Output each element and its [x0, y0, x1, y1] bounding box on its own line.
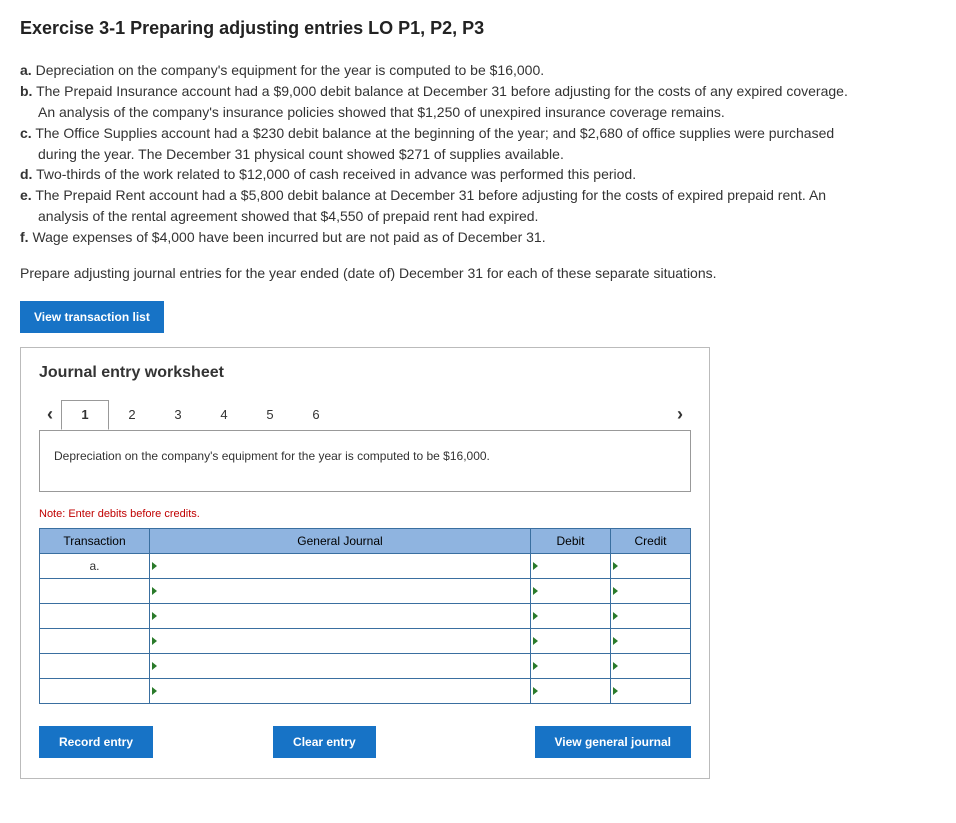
view-transaction-list-button[interactable]: View transaction list — [20, 301, 164, 333]
cell-debit[interactable] — [531, 654, 611, 679]
table-row — [40, 604, 691, 629]
table-row — [40, 629, 691, 654]
debits-before-credits-note: Note: Enter debits before credits. — [39, 508, 691, 520]
item-label-d: d. — [20, 166, 32, 182]
item-text-f: Wage expenses of $4,000 have been incurr… — [32, 229, 545, 245]
cell-transaction: a. — [40, 554, 150, 579]
table-row — [40, 579, 691, 604]
tabs-row: ‹ 1 2 3 4 5 6 › — [39, 398, 691, 431]
dropdown-arrow-icon — [533, 562, 538, 570]
item-label-a: a. — [20, 62, 32, 78]
record-entry-button[interactable]: Record entry — [39, 726, 153, 758]
table-row — [40, 654, 691, 679]
item-label-f: f. — [20, 229, 29, 245]
header-transaction: Transaction — [40, 529, 150, 554]
exercise-title: Exercise 3-1 Preparing adjusting entries… — [20, 18, 936, 39]
cell-transaction — [40, 579, 150, 604]
cell-general-journal[interactable] — [150, 554, 531, 579]
tab-3[interactable]: 3 — [155, 401, 201, 429]
cell-general-journal[interactable] — [150, 604, 531, 629]
dropdown-arrow-icon — [152, 587, 157, 595]
dropdown-arrow-icon — [533, 612, 538, 620]
dropdown-arrow-icon — [152, 662, 157, 670]
view-general-journal-button[interactable]: View general journal — [535, 726, 691, 758]
item-text-e2: analysis of the rental agreement showed … — [38, 208, 538, 224]
cell-transaction — [40, 629, 150, 654]
journal-table: Transaction General Journal Debit Credit… — [39, 528, 691, 704]
item-label-b: b. — [20, 83, 32, 99]
chevron-left-icon[interactable]: ‹ — [39, 398, 61, 431]
cell-general-journal[interactable] — [150, 629, 531, 654]
button-row: Record entry Clear entry View general jo… — [39, 726, 691, 758]
header-debit: Debit — [531, 529, 611, 554]
dropdown-arrow-icon — [152, 562, 157, 570]
item-text-b2: An analysis of the company's insurance p… — [38, 104, 725, 120]
prepare-instruction: Prepare adjusting journal entries for th… — [20, 265, 936, 281]
dropdown-arrow-icon — [533, 687, 538, 695]
table-row — [40, 679, 691, 704]
item-text-a: Depreciation on the company's equipment … — [36, 62, 545, 78]
dropdown-arrow-icon — [533, 662, 538, 670]
tab-2[interactable]: 2 — [109, 401, 155, 429]
tab-6[interactable]: 6 — [293, 401, 339, 429]
journal-entry-worksheet: Journal entry worksheet ‹ 1 2 3 4 5 6 › … — [20, 347, 710, 779]
item-text-c1: The Office Supplies account had a $230 d… — [35, 125, 834, 141]
cell-debit[interactable] — [531, 579, 611, 604]
cell-general-journal[interactable] — [150, 679, 531, 704]
dropdown-arrow-icon — [613, 562, 618, 570]
problem-items: a. Depreciation on the company's equipme… — [20, 61, 936, 247]
dropdown-arrow-icon — [613, 687, 618, 695]
clear-entry-button[interactable]: Clear entry — [273, 726, 376, 758]
cell-debit[interactable] — [531, 604, 611, 629]
cell-credit[interactable] — [611, 604, 691, 629]
item-text-c2: during the year. The December 31 physica… — [38, 146, 564, 162]
worksheet-title: Journal entry worksheet — [39, 364, 691, 382]
cell-general-journal[interactable] — [150, 579, 531, 604]
item-text-b1: The Prepaid Insurance account had a $9,0… — [36, 83, 848, 99]
dropdown-arrow-icon — [613, 612, 618, 620]
tab-1[interactable]: 1 — [61, 400, 109, 430]
tab-5[interactable]: 5 — [247, 401, 293, 429]
cell-credit[interactable] — [611, 629, 691, 654]
tab-4[interactable]: 4 — [201, 401, 247, 429]
item-text-e1: The Prepaid Rent account had a $5,800 de… — [35, 187, 826, 203]
dropdown-arrow-icon — [533, 637, 538, 645]
header-credit: Credit — [611, 529, 691, 554]
cell-credit[interactable] — [611, 579, 691, 604]
cell-credit[interactable] — [611, 654, 691, 679]
entry-description: Depreciation on the company's equipment … — [39, 430, 691, 492]
cell-debit[interactable] — [531, 679, 611, 704]
cell-credit[interactable] — [611, 554, 691, 579]
cell-transaction — [40, 604, 150, 629]
item-text-d: Two-thirds of the work related to $12,00… — [36, 166, 636, 182]
dropdown-arrow-icon — [613, 662, 618, 670]
item-label-c: c. — [20, 125, 32, 141]
cell-credit[interactable] — [611, 679, 691, 704]
cell-transaction — [40, 679, 150, 704]
cell-general-journal[interactable] — [150, 654, 531, 679]
dropdown-arrow-icon — [152, 687, 157, 695]
table-row: a. — [40, 554, 691, 579]
dropdown-arrow-icon — [152, 637, 157, 645]
header-general-journal: General Journal — [150, 529, 531, 554]
cell-debit[interactable] — [531, 629, 611, 654]
dropdown-arrow-icon — [613, 637, 618, 645]
dropdown-arrow-icon — [152, 612, 157, 620]
dropdown-arrow-icon — [613, 587, 618, 595]
chevron-right-icon[interactable]: › — [669, 398, 691, 431]
dropdown-arrow-icon — [533, 587, 538, 595]
cell-debit[interactable] — [531, 554, 611, 579]
cell-transaction — [40, 654, 150, 679]
item-label-e: e. — [20, 187, 32, 203]
